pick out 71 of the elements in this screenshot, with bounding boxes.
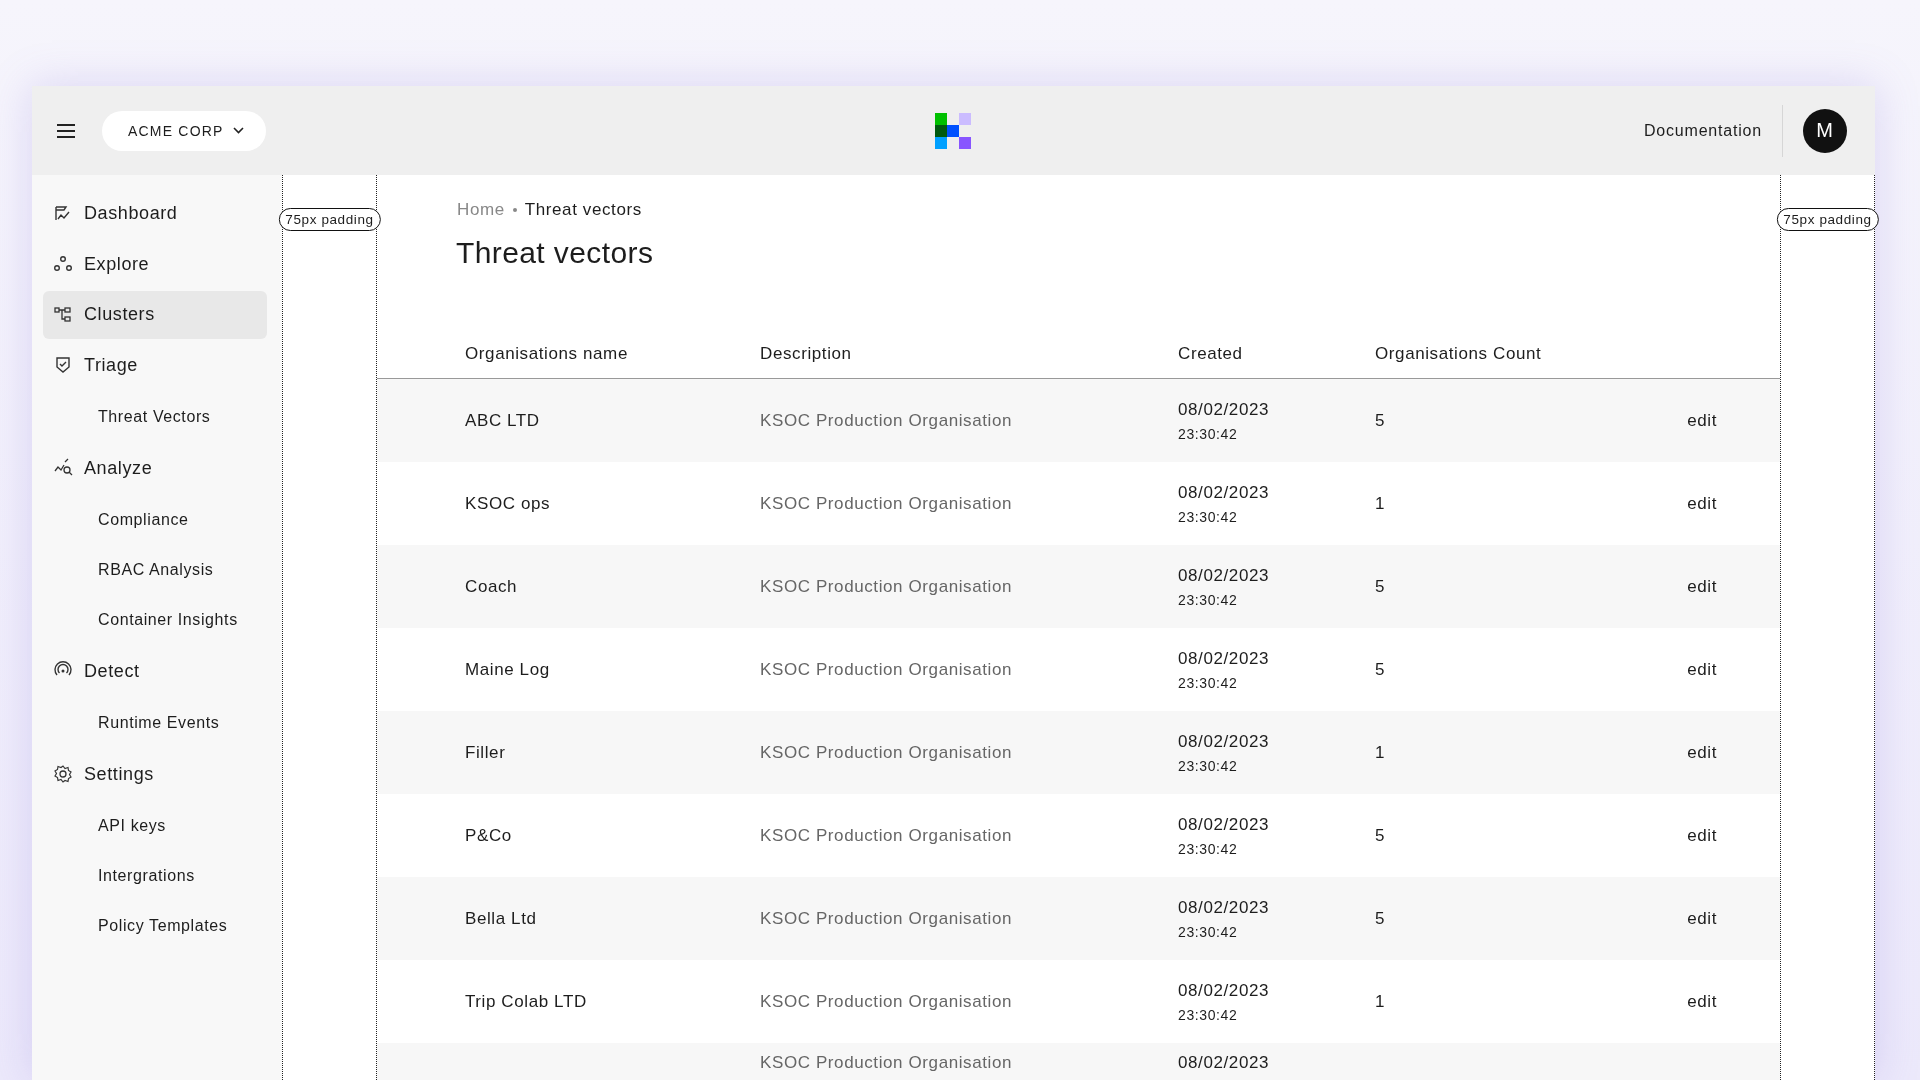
table-cell-text: P&Co — [465, 825, 513, 846]
explore-icon — [53, 254, 73, 274]
padding-label: 75px padding — [1776, 208, 1879, 231]
date-text: 08/02/2023 — [1178, 980, 1270, 1000]
edit-link[interactable]: edit — [1687, 493, 1717, 514]
table-cell-text: 5 — [1375, 410, 1387, 431]
table-cell-text: KSOC Production Organisation — [760, 1053, 1014, 1073]
table-cell-text: Maine Log — [465, 659, 551, 680]
date-text: 08/02/2023 — [1178, 814, 1270, 834]
table-cell-text: 1 — [1375, 742, 1387, 763]
time-text: 23:30:42 — [1178, 508, 1239, 525]
edit-link[interactable]: edit — [1687, 742, 1717, 763]
table-cell-text: 5 — [1375, 908, 1387, 929]
date-text: 08/02/2023 — [1178, 648, 1270, 668]
breadcrumb-link[interactable]: Home — [457, 200, 505, 220]
menu-icon[interactable] — [56, 122, 76, 139]
date-text: 08/02/2023 — [1178, 399, 1270, 419]
caret-icon — [232, 127, 244, 134]
date-text: 08/02/2023 — [1178, 897, 1270, 917]
time-text: 23:30:42 — [1178, 1006, 1239, 1023]
settings-icon — [53, 764, 73, 784]
date-text: 08/02/2023 — [1178, 1053, 1270, 1072]
table-cell-text: Trip Colab LTD — [465, 991, 588, 1012]
column-header: Created — [1178, 344, 1244, 364]
column-header: Organisations name — [465, 344, 629, 364]
triage-icon — [53, 355, 73, 375]
edit-link[interactable]: edit — [1687, 659, 1717, 680]
time-text: 23:30:42 — [1178, 674, 1239, 691]
edit-link[interactable]: edit — [1687, 410, 1717, 431]
edit-link[interactable]: edit — [1687, 908, 1717, 929]
table-cell-text: 5 — [1375, 659, 1387, 680]
table-cell-text: KSOC Production Organisation — [760, 493, 1014, 514]
table-cell-text: 5 — [1375, 825, 1387, 846]
time-text: 23:30:42 — [1178, 840, 1239, 857]
time-text: 23:30:42 — [1178, 923, 1239, 940]
edit-link[interactable]: edit — [1687, 991, 1717, 1012]
documentation-link[interactable]: Documentation — [1643, 121, 1762, 140]
time-text: 23:30:42 — [1178, 591, 1239, 608]
column-header: Organisations Count — [1375, 344, 1543, 364]
time-text: 23:30:42 — [1178, 757, 1239, 774]
table-cell-text: Bella Ltd — [465, 908, 538, 929]
sidebar-item[interactable]: Clusters — [43, 290, 267, 339]
edit-link[interactable]: edit — [1687, 576, 1717, 597]
padding-label: 75px padding — [278, 208, 381, 231]
column-header: Description — [760, 344, 853, 364]
table-cell-text: KSOC Production Organisation — [760, 908, 1014, 929]
table-cell-text: KSOC ops — [465, 493, 552, 514]
table-cell-text: Coach — [465, 576, 519, 597]
table-cell-text: 1 — [1375, 991, 1387, 1012]
avatar[interactable]: M — [1803, 108, 1847, 153]
page-title: Threat vectors — [456, 236, 655, 270]
table-cell-text: 5 — [1375, 576, 1387, 597]
table-cell-text: KSOC Production Organisation — [760, 659, 1014, 680]
clusters-icon — [53, 304, 73, 325]
edit-link[interactable]: edit — [1687, 825, 1717, 846]
analyze-icon — [53, 458, 73, 478]
breadcrumb-current: Threat vectors — [524, 200, 642, 220]
table-cell-text: KSOC Production Organisation — [760, 576, 1014, 597]
logo — [935, 113, 971, 149]
organisation-dropdown[interactable]: ACME CORP — [102, 110, 266, 151]
table-cell-text: KSOC Production Organisation — [760, 742, 1014, 763]
table-cell-text: KSOC Production Organisation — [760, 410, 1014, 431]
date-text: 08/02/2023 — [1178, 482, 1270, 502]
date-text: 08/02/2023 — [1178, 731, 1270, 751]
date-text: 08/02/2023 — [1178, 565, 1270, 585]
table-cell-text: KSOC Production Organisation — [760, 825, 1014, 846]
table-cell-text: ABC LTD — [465, 410, 541, 431]
table-cell-text: 1 — [1375, 493, 1387, 514]
table-cell-text: Filler — [465, 742, 507, 763]
table-cell-text: KSOC Production Organisation — [760, 991, 1014, 1012]
time-text: 23:30:42 — [1178, 425, 1239, 442]
